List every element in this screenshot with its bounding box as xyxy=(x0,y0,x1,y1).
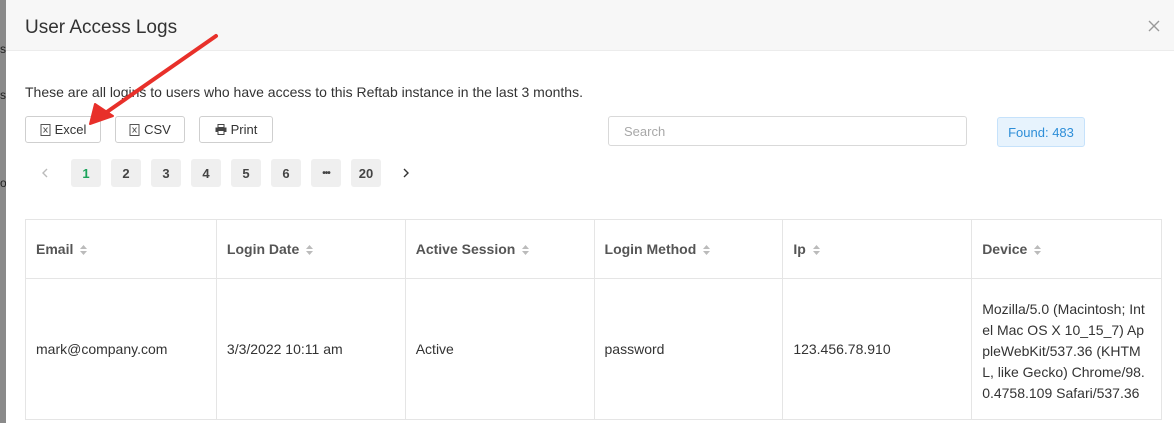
print-button[interactable]: Print xyxy=(199,116,273,143)
column-header-label: Device xyxy=(982,241,1028,257)
column-header-active-session[interactable]: Active Session xyxy=(404,219,595,279)
sort-icon xyxy=(522,245,530,255)
cell-login-date: 3/3/2022 10:11 am xyxy=(215,278,406,420)
column-header-label: Active Session xyxy=(415,241,516,257)
access-logs-table: Email Login Date Active Session Login Me… xyxy=(25,219,1162,420)
found-count-badge: Found: 483 xyxy=(997,117,1085,147)
column-header-ip[interactable]: Ip xyxy=(782,219,973,279)
user-access-logs-modal: User Access Logs These are all logins to… xyxy=(6,0,1174,423)
cell-device: Mozilla/5.0 (Macintosh; Intel Mac OS X 1… xyxy=(971,278,1162,420)
column-header-login-date[interactable]: Login Date xyxy=(215,219,406,279)
sort-icon xyxy=(306,245,314,255)
export-csv-label: CSV xyxy=(144,122,171,137)
print-label: Print xyxy=(230,122,258,137)
chevron-right-icon xyxy=(403,168,409,178)
sort-icon xyxy=(703,245,711,255)
modal-header: User Access Logs xyxy=(6,0,1174,51)
column-header-device[interactable]: Device xyxy=(971,219,1162,279)
chevron-left-icon xyxy=(42,168,48,178)
column-header-label: Login Date xyxy=(226,241,300,257)
sort-icon xyxy=(812,245,820,255)
close-button[interactable] xyxy=(1146,18,1162,34)
table-header-row: Email Login Date Active Session Login Me… xyxy=(25,219,1162,279)
previous-page-button[interactable] xyxy=(30,159,60,187)
page-button-3[interactable]: 3 xyxy=(151,159,181,187)
page-button-5[interactable]: 5 xyxy=(231,159,261,187)
cell-email: mark@company.com xyxy=(25,278,217,420)
excel-file-icon xyxy=(40,123,51,136)
modal-description: These are all logins to users who have a… xyxy=(25,84,583,100)
page-button-6[interactable]: 6 xyxy=(271,159,301,187)
page-button-1[interactable]: 1 xyxy=(71,159,101,187)
cell-active-session: Active xyxy=(404,278,595,420)
close-icon xyxy=(1148,20,1160,32)
page-button-20[interactable]: 20 xyxy=(351,159,381,187)
search-input[interactable] xyxy=(608,116,967,146)
csv-file-icon xyxy=(129,123,140,136)
print-icon xyxy=(215,124,227,135)
column-header-label: Ip xyxy=(793,241,806,257)
sort-icon xyxy=(1034,245,1042,255)
cell-login-method: password xyxy=(593,278,784,420)
column-header-login-method[interactable]: Login Method xyxy=(593,219,784,279)
export-excel-label: Excel xyxy=(54,122,87,137)
column-header-label: Email xyxy=(36,241,74,257)
page-button-4[interactable]: 4 xyxy=(191,159,221,187)
column-header-email[interactable]: Email xyxy=(25,219,217,279)
export-excel-button[interactable]: Excel xyxy=(25,116,101,143)
table-row: mark@company.com 3/3/2022 10:11 am Activ… xyxy=(25,278,1162,420)
export-csv-button[interactable]: CSV xyxy=(115,116,185,143)
page-ellipsis-button[interactable]: ••• xyxy=(311,159,341,187)
column-header-label: Login Method xyxy=(604,241,697,257)
modal-title: User Access Logs xyxy=(25,17,178,38)
sort-icon xyxy=(80,245,88,255)
cell-ip: 123.456.78.910 xyxy=(782,278,973,420)
next-page-button[interactable] xyxy=(391,159,421,187)
page-button-2[interactable]: 2 xyxy=(111,159,141,187)
